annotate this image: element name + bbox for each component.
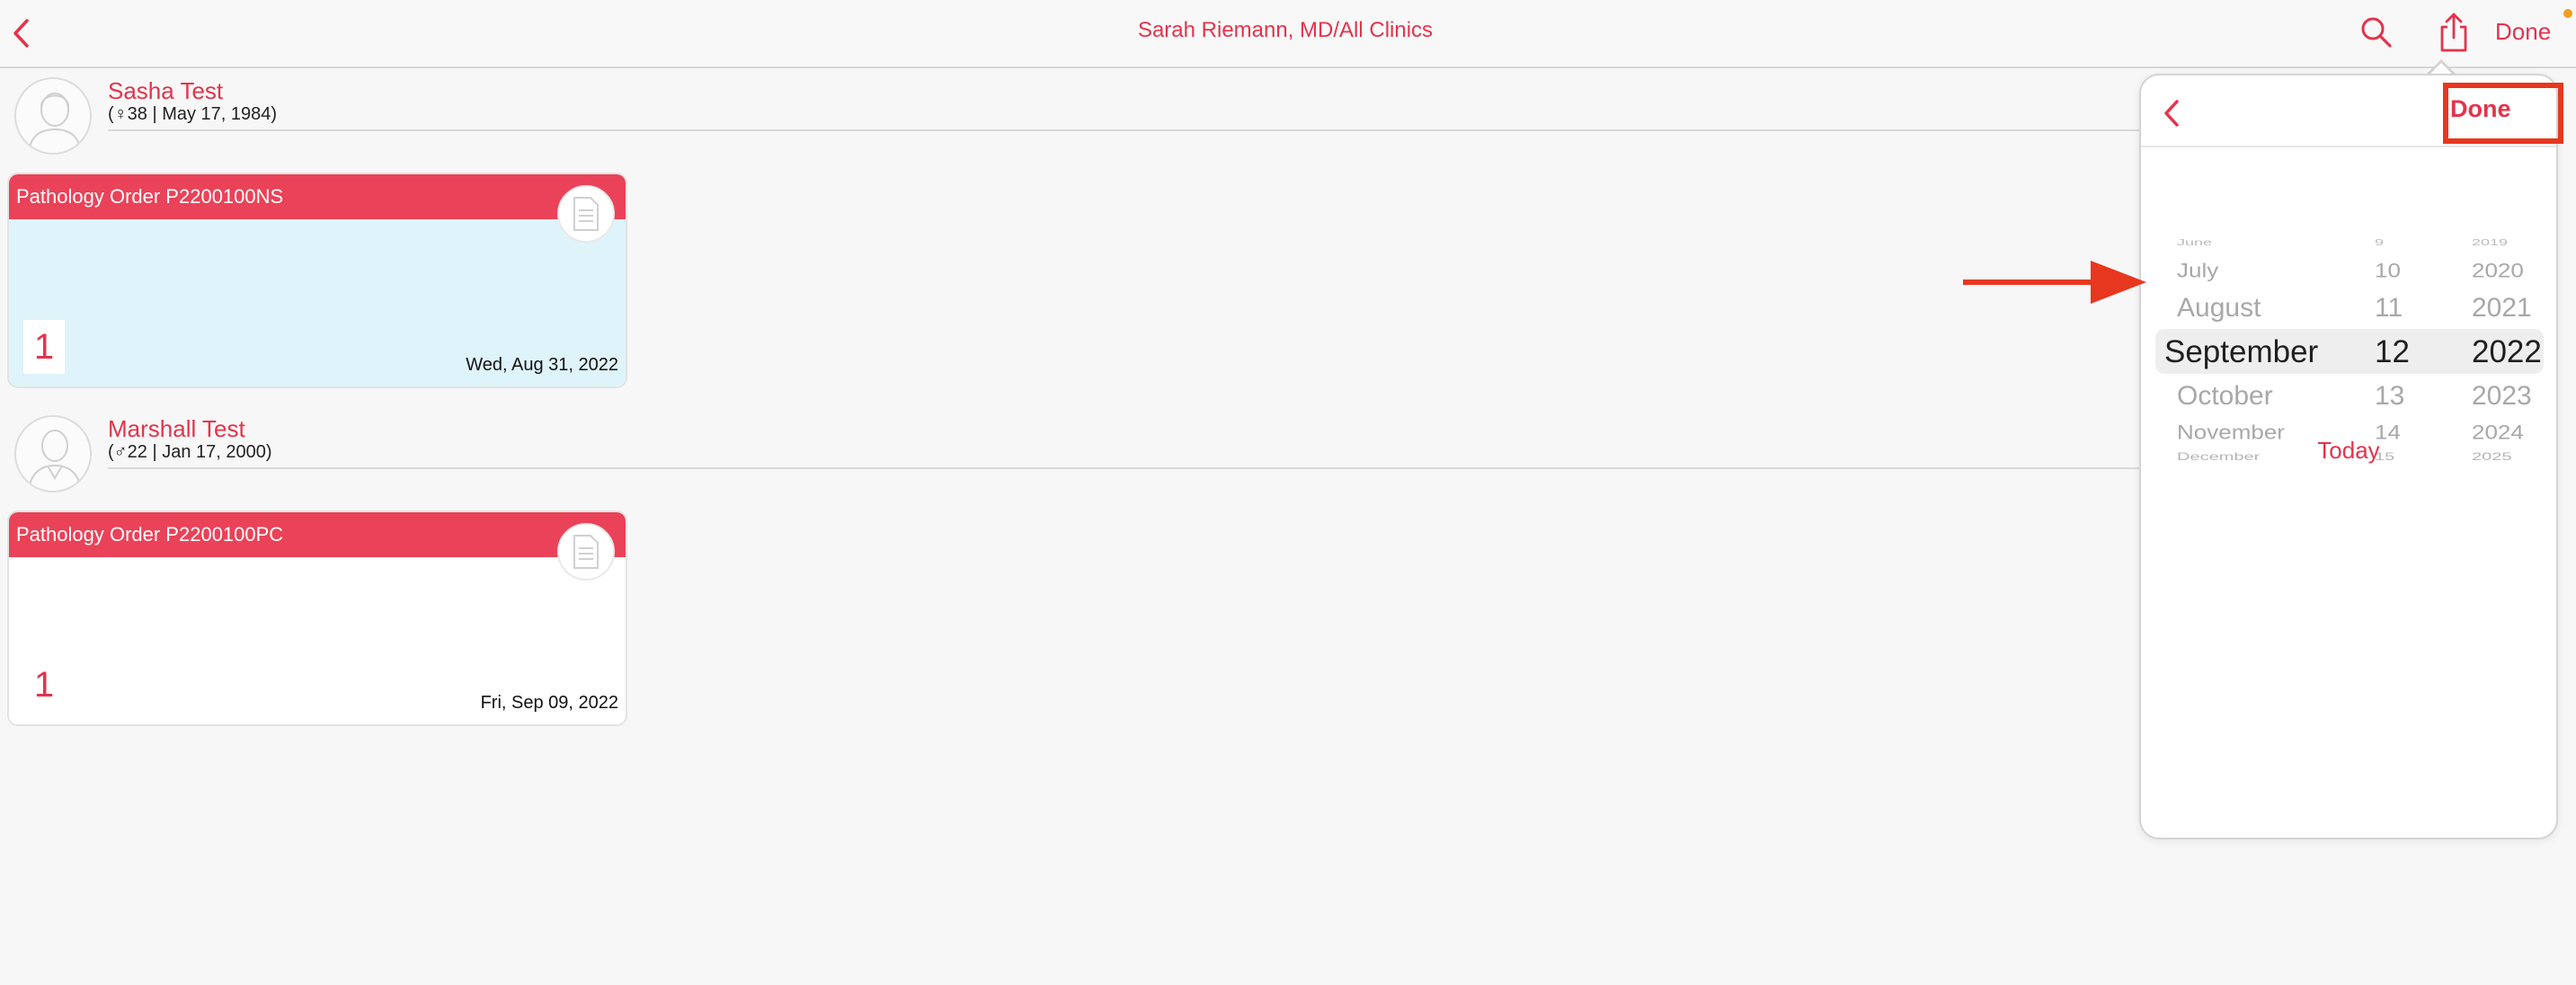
annotation-arrow-icon	[1963, 261, 2146, 304]
wheel-day: 9	[2375, 237, 2385, 247]
wheel-year: 2021	[2472, 293, 2532, 323]
item-count: 1	[23, 320, 65, 374]
divider	[108, 129, 2139, 131]
wheel-year: 2022	[2472, 334, 2542, 369]
wheel-month: September	[2164, 334, 2319, 369]
order-title: Pathology Order P2200100NS	[16, 185, 284, 208]
search-icon	[2361, 17, 2392, 48]
wheel-year: 2020	[2472, 259, 2524, 282]
male-avatar-icon	[28, 430, 82, 491]
wheel-day: 12	[2375, 334, 2410, 369]
document-icon	[573, 535, 599, 569]
avatar	[14, 77, 92, 155]
patient-name[interactable]: Marshall Test	[108, 415, 245, 443]
avatar	[14, 415, 92, 493]
divider	[2141, 146, 2556, 147]
navigation-bar: Sarah Riemann, MD/All Clinics Done	[0, 0, 2576, 68]
popover-back-button[interactable]	[2154, 93, 2190, 133]
item-count: 1	[23, 658, 65, 712]
order-title: Pathology Order P2200100PC	[16, 523, 284, 546]
patient-name[interactable]: Sasha Test	[108, 77, 223, 105]
share-icon	[2440, 13, 2467, 52]
wheel-month: August	[2177, 293, 2261, 323]
patient-info: (♀38 | May 17, 1984)	[108, 104, 278, 124]
card-header: Pathology Order P2200100NS	[9, 174, 626, 219]
wheel-day: 11	[2375, 293, 2403, 323]
card-header: Pathology Order P2200100PC	[9, 512, 626, 557]
chevron-left-icon	[13, 19, 29, 48]
divider	[108, 467, 2139, 469]
today-button[interactable]: Today	[2141, 437, 2556, 465]
wheel-day: 10	[2375, 259, 2401, 282]
annotation-highlight-box	[2443, 83, 2563, 144]
notification-dot	[2563, 9, 2572, 18]
wheel-month: July	[2177, 259, 2219, 282]
wheel-month: October	[2177, 381, 2273, 411]
date-wheel-picker[interactable]: June 9 2019 July 10 2020 August 11 2021 …	[2141, 162, 2556, 476]
wheel-year: 2019	[2472, 237, 2509, 247]
date-picker-popover: Done June 9 2019 July 10 2020 August 11 …	[2139, 74, 2558, 839]
chevron-left-icon	[2164, 100, 2179, 127]
document-icon-button[interactable]	[557, 523, 615, 581]
page-title: Sarah Riemann, MD/All Clinics	[1137, 18, 1434, 42]
wheel-day: 13	[2375, 381, 2405, 411]
done-button[interactable]: Done	[2495, 18, 2551, 46]
order-card[interactable]: Pathology Order P2200100PC 1 Fri, Sep 09…	[7, 510, 627, 726]
female-avatar-icon	[28, 93, 82, 153]
document-icon	[573, 197, 599, 231]
order-date: Wed, Aug 31, 2022	[466, 355, 618, 375]
share-button[interactable]	[2436, 11, 2472, 54]
document-icon-button[interactable]	[557, 185, 615, 243]
back-button[interactable]	[4, 13, 40, 54]
order-date: Fri, Sep 09, 2022	[480, 693, 618, 713]
wheel-year: 2023	[2472, 381, 2532, 411]
wheel-month: June	[2177, 237, 2213, 247]
search-button[interactable]	[2358, 14, 2394, 50]
order-card[interactable]: Pathology Order P2200100NS 1 Wed, Aug 31…	[7, 173, 627, 388]
patient-info: (♂22 | Jan 17, 2000)	[108, 442, 272, 462]
page: Sarah Riemann, MD/All Clinics Done Sasha…	[0, 0, 2576, 985]
